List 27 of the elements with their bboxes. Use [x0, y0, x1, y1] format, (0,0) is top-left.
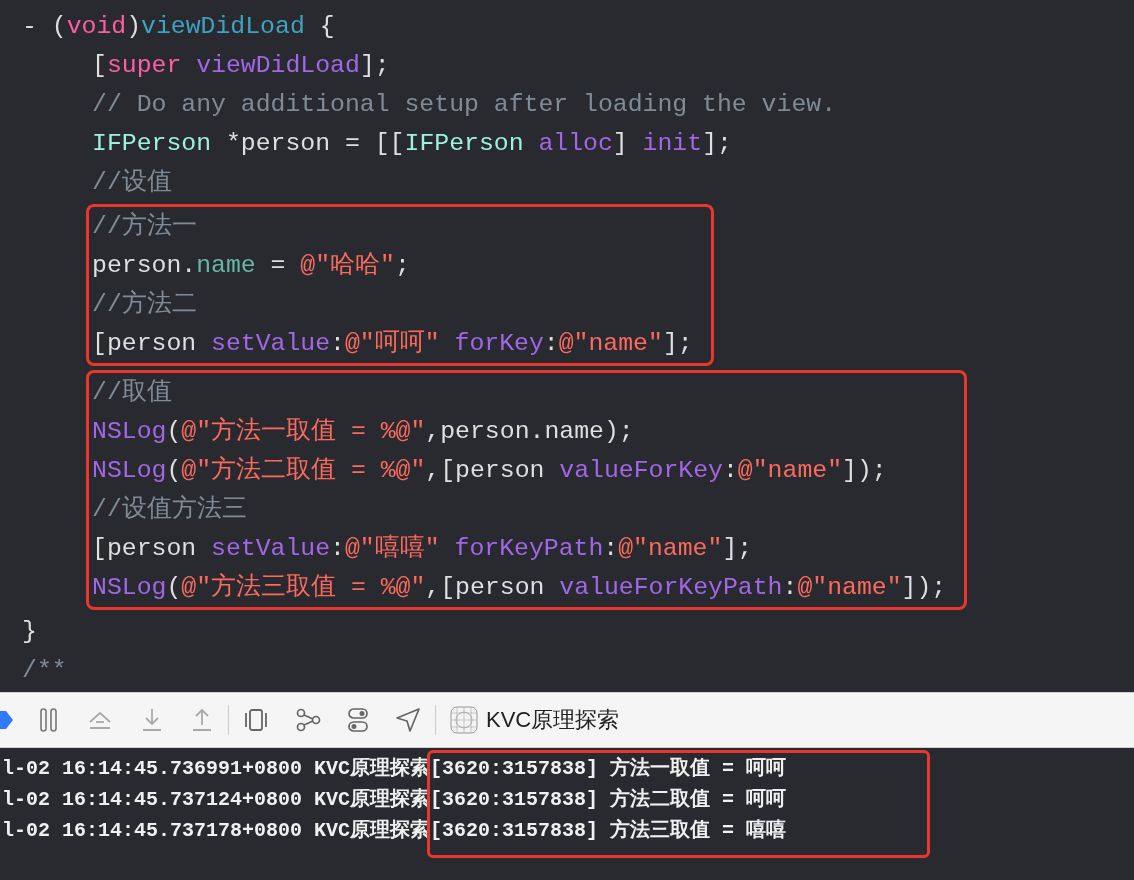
step-in-icon[interactable] — [140, 707, 164, 733]
code-line: //设值方法三 — [91, 494, 248, 525]
code-line: - (void)viewDidLoad { — [22, 11, 336, 42]
code-line: [person setValue:@"嘻嘻" forKeyPath:@"name"]; — [91, 533, 754, 564]
code-line: NSLog(@"方法三取值 = %@",[person valueForKeyPath:@"name"]); — [91, 572, 947, 603]
code-line: NSLog(@"方法一取值 = %@",person.name); — [91, 416, 635, 447]
toggle-icon[interactable] — [347, 707, 369, 733]
code-line: // Do any additional setup after loading the view. — [91, 89, 838, 120]
code-line: /** — [22, 655, 68, 686]
code-line: //方法一 — [91, 211, 198, 242]
memory-graph-icon[interactable] — [295, 707, 321, 733]
view-hierarchy-icon[interactable] — [243, 708, 269, 732]
pause-icon[interactable] — [38, 707, 60, 733]
app-icon[interactable] — [450, 706, 478, 734]
code-line: [person setValue:@"呵呵" forKey:@"name"]; — [91, 328, 693, 359]
code-line: //方法二 — [91, 289, 198, 320]
location-icon[interactable] — [395, 707, 421, 733]
step-out-icon[interactable] — [190, 707, 214, 733]
code-line: } — [22, 616, 38, 647]
code-line: [super viewDidLoad]; — [91, 50, 391, 81]
code-line: //设值 — [91, 167, 173, 198]
code-line: IFPerson *person = [[IFPerson alloc] init]; — [91, 128, 733, 159]
breakpoint-icon[interactable] — [0, 709, 14, 731]
code-line: NSLog(@"方法二取值 = %@",[person valueForKey:@"name"]); — [91, 455, 888, 486]
code-line: //取值 — [91, 377, 173, 408]
code-line: person.name = @"哈哈"; — [91, 250, 411, 281]
app-name[interactable]: KVC原理探索 — [486, 705, 620, 735]
